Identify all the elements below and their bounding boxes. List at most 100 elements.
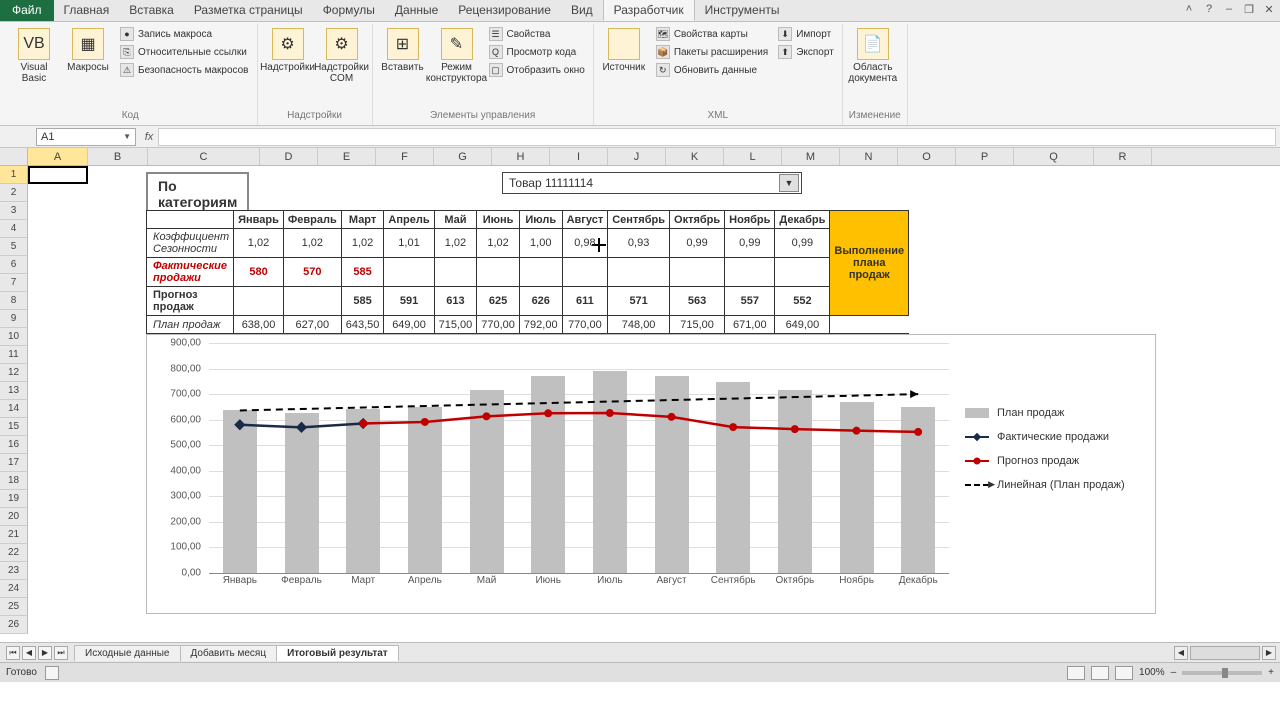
table-cell[interactable] [562,258,608,287]
row-header-4[interactable]: 4 [0,220,28,238]
tab-Разметка страницы[interactable]: Разметка страницы [184,0,313,21]
col-header-E[interactable]: E [318,148,376,165]
table-cell[interactable]: 613 [434,287,477,316]
table-cell[interactable]: 591 [384,287,434,316]
table-cell[interactable]: 671,00 [725,316,775,334]
row-header-3[interactable]: 3 [0,202,28,220]
col-header-N[interactable]: N [840,148,898,165]
tab-Разработчик[interactable]: Разработчик [603,0,695,21]
table-cell[interactable] [608,258,670,287]
row-header-22[interactable]: 22 [0,544,28,562]
col-header-B[interactable]: B [88,148,148,165]
ribbon-Источник[interactable]: Источник [600,26,648,75]
table-cell[interactable] [283,287,341,316]
view-layout-icon[interactable] [1091,666,1109,680]
ribbon-Относительные ссылки[interactable]: ⎘Относительные ссылки [118,44,251,60]
table-cell[interactable] [434,258,477,287]
table-cell[interactable]: 0,99 [670,229,725,258]
row-header-11[interactable]: 11 [0,346,28,364]
table-cell[interactable]: 585 [341,258,384,287]
col-header-C[interactable]: C [148,148,260,165]
row-header-10[interactable]: 10 [0,328,28,346]
row-header-16[interactable]: 16 [0,436,28,454]
row-header-23[interactable]: 23 [0,562,28,580]
table-cell[interactable]: 748,00 [608,316,670,334]
ribbon-Безопасность макросов[interactable]: ⚠Безопасность макросов [118,62,251,78]
row-header-26[interactable]: 26 [0,616,28,634]
row-header-5[interactable]: 5 [0,238,28,256]
table-cell[interactable]: 563 [670,287,725,316]
tab-Вставка[interactable]: Вставка [119,0,184,21]
sales-chart[interactable]: 0,00100,00200,00300,00400,00500,00600,00… [146,334,1156,614]
tab-Вид[interactable]: Вид [561,0,603,21]
scroll-left-icon[interactable]: ◀ [1174,646,1188,660]
table-cell[interactable]: 1,02 [234,229,284,258]
worksheet-grid[interactable]: ABCDEFGHIJKLMNOPQR 123456789101112131415… [0,148,1280,642]
table-cell[interactable]: 1,02 [341,229,384,258]
sheet-tab[interactable]: Итоговый результат [276,645,399,661]
table-cell[interactable]: 770,00 [562,316,608,334]
row-header-18[interactable]: 18 [0,472,28,490]
row-header-2[interactable]: 2 [0,184,28,202]
sheet-tab[interactable]: Добавить месяц [180,645,278,661]
sheet-nav-next-icon[interactable]: ▶ [38,646,52,660]
row-header-25[interactable]: 25 [0,598,28,616]
tab-Инструменты[interactable]: Инструменты [695,0,790,21]
table-cell[interactable] [477,258,520,287]
scroll-track[interactable] [1190,646,1260,660]
table-cell[interactable]: 626 [519,287,562,316]
col-header-A[interactable]: A [28,148,88,165]
bar[interactable] [408,407,442,573]
bar[interactable] [840,402,874,573]
col-header-Q[interactable]: Q [1014,148,1094,165]
zoom-out-icon[interactable]: – [1171,667,1177,678]
restore-icon[interactable]: ❐ [1242,2,1256,16]
sheet-nav-first-icon[interactable]: ⏮ [6,646,20,660]
table-cell[interactable]: 570 [283,258,341,287]
minimize-icon[interactable]: – [1222,2,1236,16]
table-cell[interactable]: 715,00 [670,316,725,334]
bar[interactable] [716,382,750,573]
table-cell[interactable]: 715,00 [434,316,477,334]
table-cell[interactable]: 585 [341,287,384,316]
table-cell[interactable]: 638,00 [234,316,284,334]
table-cell[interactable]: 770,00 [477,316,520,334]
bar[interactable] [901,407,935,573]
bar[interactable] [778,390,812,573]
ribbon-Импорт[interactable]: ⬇Импорт [776,26,836,42]
ribbon-Макросы[interactable]: ▦Макросы [64,26,112,75]
col-header-L[interactable]: L [724,148,782,165]
table-cell[interactable]: 580 [234,258,284,287]
row-header-12[interactable]: 12 [0,364,28,382]
ribbon-Надстройки[interactable]: ⚙Надстройки [264,26,312,75]
ribbon-Область документа[interactable]: 📄Область документа [849,26,897,86]
row-header-7[interactable]: 7 [0,274,28,292]
table-cell[interactable]: 611 [562,287,608,316]
bar[interactable] [593,371,627,573]
table-cell[interactable]: 0,99 [725,229,775,258]
bar[interactable] [470,390,504,573]
chevron-down-icon[interactable]: ▼ [123,132,131,141]
ribbon-Отобразить окно[interactable]: ▢Отобразить окно [487,62,587,78]
col-header-O[interactable]: O [898,148,956,165]
row-header-9[interactable]: 9 [0,310,28,328]
sheet-tab[interactable]: Исходные данные [74,645,181,661]
macro-record-icon[interactable] [45,666,59,680]
table-cell[interactable] [384,258,434,287]
col-header-H[interactable]: H [492,148,550,165]
tab-file[interactable]: Файл [0,0,54,21]
table-cell[interactable]: 1,00 [519,229,562,258]
table-cell[interactable] [519,258,562,287]
zoom-in-icon[interactable]: + [1268,667,1274,678]
ribbon-Режим конструктора[interactable]: ✎Режим конструктора [433,26,481,86]
scroll-right-icon[interactable]: ▶ [1262,646,1276,660]
bar[interactable] [655,376,689,573]
active-cell[interactable] [28,166,88,184]
table-cell[interactable]: 0,98 [562,229,608,258]
row-header-20[interactable]: 20 [0,508,28,526]
ribbon-Свойства карты[interactable]: 🗺Свойства карты [654,26,770,42]
table-cell[interactable]: 552 [775,287,830,316]
col-header-G[interactable]: G [434,148,492,165]
table-cell[interactable]: 0,99 [775,229,830,258]
table-cell[interactable]: 792,00 [519,316,562,334]
